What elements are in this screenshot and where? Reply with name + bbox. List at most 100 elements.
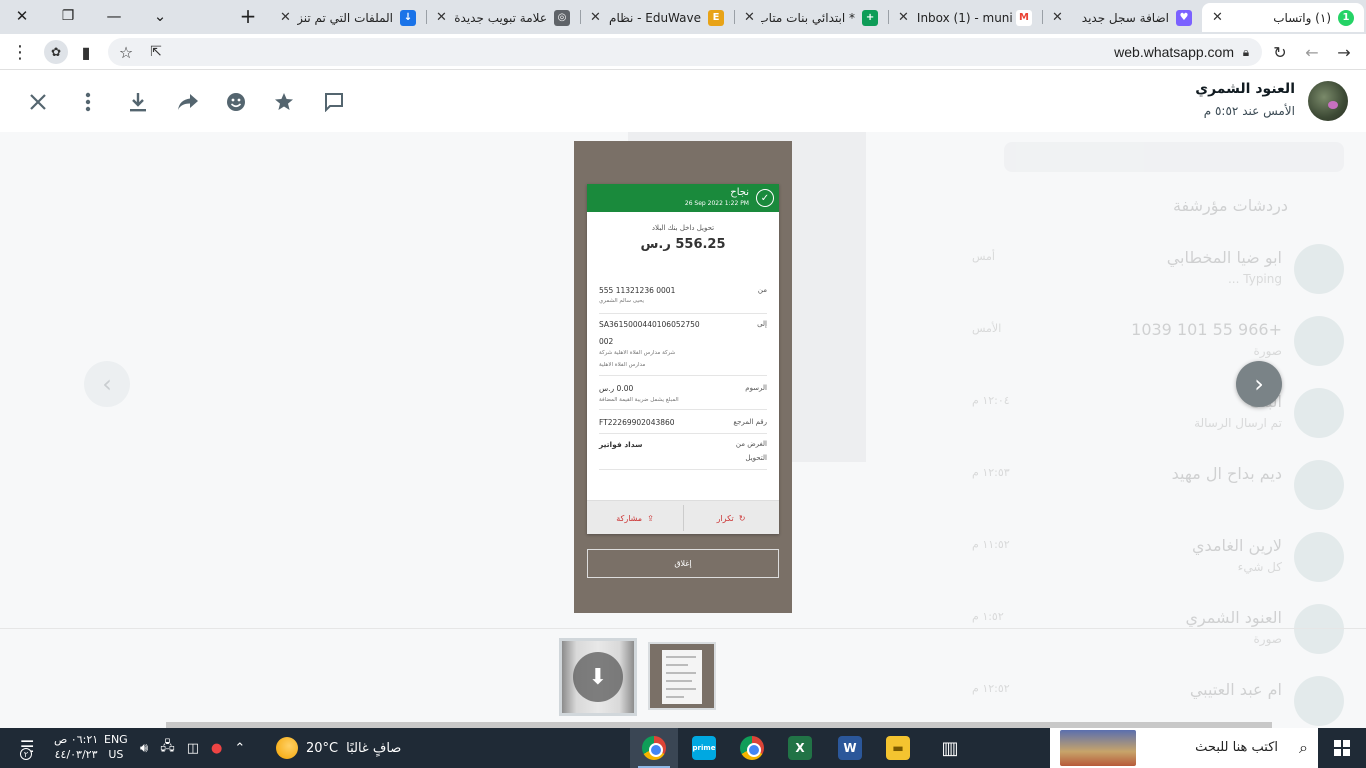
receipt-close-button: إغلاق [587,549,779,578]
media-image[interactable]: ✓ نجاح 26 Sep 2022 1:22 PM تحويل داخل بن… [574,141,792,613]
omnibox[interactable]: ☆ ⇱ web.whatsapp.com 🔒︎ [108,38,1262,66]
heart-icon: ♥ [1176,9,1192,26]
receipt-row-fees: الرسوم 0.00 ر.س المبلغ يشمل ضريبة القيمة… [599,384,767,410]
chrome-button[interactable] [630,728,678,768]
tab-sheets[interactable]: + * ابتدائي بنات متاب ✕ [734,3,888,32]
window-restore-button[interactable]: ❐ [46,0,90,32]
windows-taskbar: ⌕ اكتب هنا للبحث ▥ ▬ W X prime 20°C صافٍ… [0,728,1366,768]
tab-close-icon[interactable]: ✕ [1052,10,1063,25]
receipt-status: نجاح [730,187,749,198]
receipt-card: ✓ نجاح 26 Sep 2022 1:22 PM تحويل داخل بن… [587,184,779,534]
search-icon: ⌕ [1299,738,1308,757]
chevron-up-icon[interactable]: ⌃ [234,741,245,756]
task-view-button[interactable]: ▥ [926,728,974,768]
input-language[interactable]: ENG US [104,732,128,762]
side-panel-icon[interactable]: ▮ [76,42,96,62]
tab-label: اضافة سجل جديد [1081,10,1169,25]
share-icon[interactable]: ⇱ [146,42,166,62]
back-arrow-icon[interactable]: ← [1302,42,1322,62]
word-button[interactable]: W [826,728,874,768]
menu-dots-icon[interactable] [74,88,102,116]
star-icon[interactable] [270,88,298,116]
receipt-row-from: من 555 11321236 0001 يحيى سالم الشمري [599,286,767,314]
media-thumbnail-selected[interactable] [648,642,716,710]
window-minimize-button[interactable]: — [92,0,136,32]
prime-video-icon: prime [692,736,716,760]
forward-icon[interactable] [174,88,202,116]
window-close-button[interactable]: ✕ [0,0,44,32]
reply-in-chat-icon[interactable] [320,88,348,116]
message-timestamp: الأمس عند ٥:٥٢ م [1203,104,1295,118]
folder-icon: ▬ [886,736,910,760]
close-icon[interactable] [24,88,52,116]
download-icon[interactable] [124,88,152,116]
tab-downloads[interactable]: ↓ الملفات التي تم تنزيلها ✕ [270,3,426,32]
previous-media-button[interactable]: ‹ [84,361,130,407]
meet-icon[interactable]: ◫ [187,741,199,756]
tab-whatsapp[interactable]: 1 (١) واتساب ✕ [1202,3,1364,32]
network-icon[interactable]: 🖧 [160,737,175,759]
forward-arrow-icon[interactable]: → [1334,42,1354,62]
transfer-amount: 556.25 ر.س [640,237,726,252]
tab-close-icon[interactable]: ✕ [898,10,909,25]
new-tab-button[interactable]: + [226,0,270,32]
sheets-icon: + [862,9,878,26]
tab-label: EduWave - نظام نور [607,10,701,25]
prime-video-button[interactable]: prime [680,728,728,768]
tab-search-button[interactable]: ⌄ [138,0,182,32]
avatar[interactable] [1308,81,1348,121]
list-item: لارين الغامدي كل شيء ١١:٥٢ م [960,524,1344,594]
tab-close-icon[interactable]: ✕ [1212,10,1223,25]
gmail-icon: M [1016,9,1032,26]
download-icon[interactable]: ⬇ [573,652,623,702]
media-thumbnail-strip: ⬇ [0,628,1366,728]
list-item: ديم بداح ال مهيد ١٢:٥٣ م [960,452,1344,522]
emoji-react-icon[interactable] [222,88,250,116]
windows-logo-icon [1334,740,1350,756]
chrome-icon: ◎ [554,9,570,26]
search-placeholder: اكتب هنا للبحث [1195,740,1278,755]
system-tray: 🔊︎ 🖧 ◫ ● ⌃ [140,728,245,768]
excel-button[interactable]: X [776,728,824,768]
contact-name[interactable]: العنود الشمري [1195,81,1295,97]
list-item: +966 55 101 1039 صورة الأمس [960,308,1344,378]
tab-close-icon[interactable]: ✕ [436,10,447,25]
tab-label: علامة تبويب جديدة [454,10,547,25]
reload-icon[interactable]: ↻ [1270,42,1290,62]
tab-close-icon[interactable]: ✕ [744,10,755,25]
archived-chats-label: دردشات مؤرشفة [1172,196,1288,215]
chrome-icon [740,736,764,760]
volume-icon[interactable]: 🔊︎ [140,741,148,756]
start-button[interactable] [1318,728,1366,768]
tab-label: * ابتدائي بنات متاب [760,10,855,25]
tab-add-record[interactable]: ♥ اضافة سجل جديد ✕ [1042,3,1202,32]
list-item: البنكتم ارسال الرسالة١٢:٠٤ م [960,380,1344,450]
chrome-button-2[interactable] [728,728,776,768]
tab-new-tab[interactable]: ◎ علامة تبويب جديدة ✕ [426,3,580,32]
media-thumbnail[interactable]: ⬇ [559,638,637,716]
receipt-row-purpose: الغرض من التحويل سداد فواتير [599,440,767,470]
tab-close-icon[interactable]: ✕ [280,10,291,25]
taskbar-search[interactable]: ⌕ اكتب هنا للبحث [1050,728,1318,768]
receipt-header: ✓ نجاح 26 Sep 2022 1:22 PM [587,184,779,212]
share-button: ⇪ مشاركة [616,513,654,523]
weather-widget[interactable]: 20°C صافٍ غالبًا [276,728,401,768]
repeat-button: ↻ تكرار [716,513,746,523]
url-text[interactable]: web.whatsapp.com [1114,44,1234,60]
eduwave-icon: E [708,9,724,26]
tab-close-icon[interactable]: ✕ [590,10,601,25]
menu-dots-icon[interactable]: ⋮ [10,42,30,63]
camera-off-icon[interactable]: ● [211,741,222,756]
tab-gmail[interactable]: ✕ Inbox (1) - munir M [888,3,1042,32]
extension-icon[interactable]: ✿ [44,40,68,64]
word-icon: W [838,736,862,760]
tab-eduwave[interactable]: E EduWave - نظام نور ✕ [580,3,734,32]
receipt-row-to: إلى SA3615000440106052750 002 شركة مدارس… [599,320,767,376]
star-icon[interactable]: ☆ [116,42,136,62]
address-bar: ⋮ ✿ ▮ ☆ ⇱ web.whatsapp.com 🔒︎ ↻ ← → [0,34,1366,70]
chevron-left-icon: ‹ [102,370,112,398]
next-media-button[interactable]: › [1236,361,1282,407]
lock-icon[interactable]: 🔒︎ [1236,42,1256,62]
file-explorer-button[interactable]: ▬ [874,728,922,768]
clock[interactable]: ٠٦:٢١ ص ٤٤/٠٣/٢٣ [54,732,98,762]
